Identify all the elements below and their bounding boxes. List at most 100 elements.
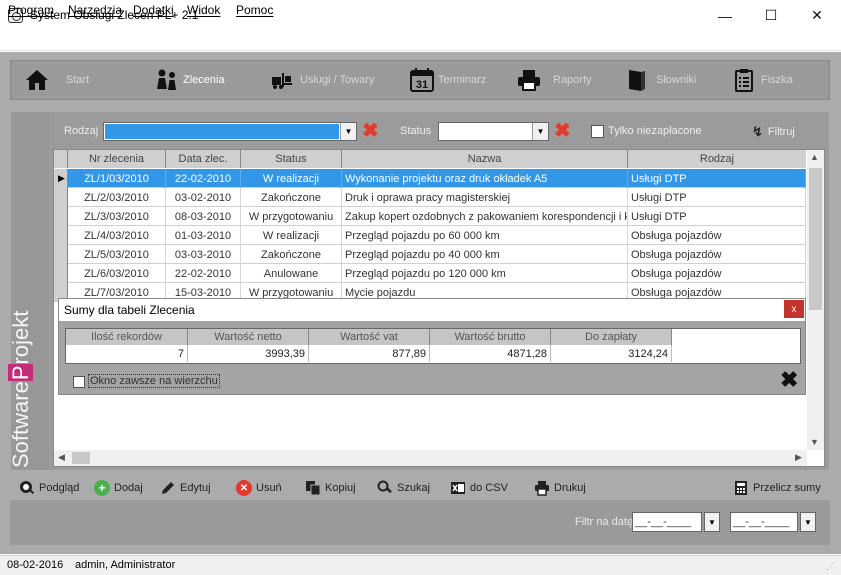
minimize-button[interactable]: — — [702, 0, 748, 31]
nav-start[interactable]: Start — [24, 60, 89, 100]
table-row[interactable]: ZL/3/03/2010 08-03-2010 W przygotowaniu Zak… — [54, 207, 806, 226]
nav-zlecenia[interactable]: Zlecenia — [154, 60, 225, 100]
grid-header-status[interactable]: Status — [241, 150, 342, 168]
nav-label: Usługi / Towary — [300, 74, 375, 86]
menu-program[interactable]: Program — [8, 3, 54, 17]
table-cell: Obsługa pojazdów — [628, 264, 806, 283]
sums-close-button[interactable]: x — [784, 300, 804, 318]
row-indicator[interactable] — [54, 188, 68, 207]
table-row[interactable]: ZL/5/03/2010 03-03-2010 Zakończone Przegląd… — [54, 245, 806, 264]
table-row[interactable]: ▶ ZL/1/03/2010 22-02-2010 W realizacji Wykon… — [54, 169, 806, 188]
nav-slowniki[interactable]: Słowniki — [624, 60, 696, 100]
clear-rodzaj-icon[interactable]: ✖ — [362, 121, 379, 141]
scroll-right-icon[interactable]: ▶ — [795, 452, 802, 463]
table-cell: 03-02-2010 — [166, 188, 241, 207]
clear-status-icon[interactable]: ✖ — [554, 121, 571, 141]
sums-value: 3124,24 — [551, 345, 672, 362]
maximize-button[interactable]: ☐ — [748, 0, 794, 31]
add-button[interactable]: + Dodaj — [94, 480, 143, 496]
scroll-left-icon[interactable]: ◀ — [58, 452, 65, 463]
table-cell: Przegląd pojazdu po 40 000 km — [342, 245, 628, 264]
horizontal-scroll-thumb[interactable] — [72, 452, 90, 464]
chevron-down-icon[interactable]: ▼ — [532, 123, 548, 140]
search-button[interactable]: Szukaj — [377, 480, 430, 496]
table-cell: Obsługa pojazdów — [628, 245, 806, 264]
menu-narzedzia[interactable]: Narzędzia — [68, 3, 122, 17]
table-cell: W realizacji — [241, 226, 342, 245]
nav-raporty[interactable]: Raporty — [516, 60, 592, 100]
scroll-down-icon[interactable]: ▼ — [810, 437, 819, 447]
grid-header-rodzaj[interactable]: Rodzaj — [628, 150, 806, 168]
forklift-icon — [270, 67, 296, 93]
table-cell: Obsługa pojazdów — [628, 226, 806, 245]
grid-header-nr[interactable]: Nr zlecenia — [68, 150, 166, 168]
horizontal-scrollbar[interactable] — [54, 450, 807, 466]
printer-icon — [516, 67, 542, 93]
edit-button[interactable]: Edytuj — [160, 480, 211, 496]
grid-header-data[interactable]: Data zlec. — [166, 150, 241, 168]
magnifier-icon — [19, 480, 35, 496]
nav-label: Słowniki — [656, 74, 697, 86]
sums-header: Wartość brutto — [430, 329, 551, 345]
nav-fiszka[interactable]: Fiszka — [731, 60, 793, 100]
date-to-dropdown[interactable]: ▼ — [800, 512, 816, 532]
filter-status-combo[interactable]: ▼ — [438, 122, 549, 141]
table-row[interactable]: ZL/2/03/2010 03-02-2010 Zakończone Druk i o… — [54, 188, 806, 207]
row-indicator[interactable] — [54, 226, 68, 245]
row-indicator[interactable] — [54, 264, 68, 283]
delete-icon: ✕ — [236, 480, 252, 496]
scroll-up-icon[interactable]: ▲ — [810, 152, 819, 162]
delete-button[interactable]: ✕ Usuń — [236, 480, 282, 496]
plus-icon: + — [94, 480, 110, 496]
filter-rodzaj-combo[interactable]: ▼ — [103, 122, 357, 141]
grid-header-nazwa[interactable]: Nazwa — [342, 150, 628, 168]
sums-value: 3993,39 — [188, 345, 309, 362]
table-cell: Usługi DTP — [628, 207, 806, 226]
nav-terminarz[interactable]: 31 Terminarz — [409, 60, 486, 100]
copy-button[interactable]: Kopiuj — [305, 480, 356, 496]
table-cell: Przegląd pojazdu po 120 000 km — [342, 264, 628, 283]
menu-pomoc[interactable]: Pomoc — [236, 3, 273, 17]
date-from-dropdown[interactable]: ▼ — [704, 512, 720, 532]
sums-title: Sumy dla tabeli Zlecenia — [64, 303, 195, 317]
current-row-icon: ▶ — [58, 173, 65, 183]
calculator-icon — [733, 480, 749, 496]
date-from-input[interactable]: __-__-____ — [632, 512, 702, 532]
toolbar-label: Kopiuj — [325, 482, 356, 494]
recalculate-sums-button[interactable]: Przelicz sumy — [733, 480, 821, 496]
logo-part: rojekt — [8, 310, 33, 365]
logo-part: Software — [8, 381, 33, 468]
resize-grip-icon[interactable]: ⋰ — [826, 561, 835, 572]
status-date: 08-02-2016 — [7, 559, 64, 571]
calendar-day: 31 — [416, 79, 428, 91]
preview-button[interactable]: Podgląd — [19, 480, 79, 496]
chevron-down-icon: ▼ — [804, 517, 812, 527]
date-to-input[interactable]: __-__-____ — [730, 512, 798, 532]
table-cell: Zakończone — [241, 188, 342, 207]
nav-uslugi-towary[interactable]: Usługi / Towary — [270, 60, 374, 100]
vertical-scroll-thumb[interactable] — [809, 168, 822, 310]
unpaid-checkbox[interactable] — [591, 125, 604, 138]
menu-widok[interactable]: Widok — [187, 3, 220, 17]
close-button[interactable]: ✕ — [794, 0, 840, 31]
csv-button[interactable]: do CSV — [450, 480, 508, 496]
menu-dodatki[interactable]: Dodatki — [133, 3, 174, 17]
sums-close-big-icon[interactable]: ✖ — [780, 369, 798, 391]
excel-icon — [450, 480, 466, 496]
always-on-top-checkbox[interactable] — [73, 376, 85, 388]
table-cell: ZL/4/03/2010 — [68, 226, 166, 245]
toolbar-label: Edytuj — [180, 482, 211, 494]
row-indicator[interactable] — [54, 245, 68, 264]
table-cell: 08-03-2010 — [166, 207, 241, 226]
table-cell: ZL/2/03/2010 — [68, 188, 166, 207]
table-cell: Przegląd pojazdu po 60 000 km — [342, 226, 628, 245]
table-row[interactable]: ZL/6/03/2010 22-02-2010 Anulowane Przegląd … — [54, 264, 806, 283]
print-button[interactable]: Drukuj — [534, 480, 586, 496]
row-indicator[interactable] — [54, 207, 68, 226]
table-cell: 22-02-2010 — [166, 169, 241, 188]
row-indicator[interactable]: ▶ — [54, 169, 68, 188]
table-row[interactable]: ZL/4/03/2010 01-03-2010 W realizacji Przegl… — [54, 226, 806, 245]
chevron-down-icon[interactable]: ▼ — [340, 123, 356, 140]
always-on-top-label[interactable]: Okno zawsze na wierzchu — [88, 374, 220, 388]
filter-button[interactable]: ↯ Filtruj — [752, 124, 795, 140]
